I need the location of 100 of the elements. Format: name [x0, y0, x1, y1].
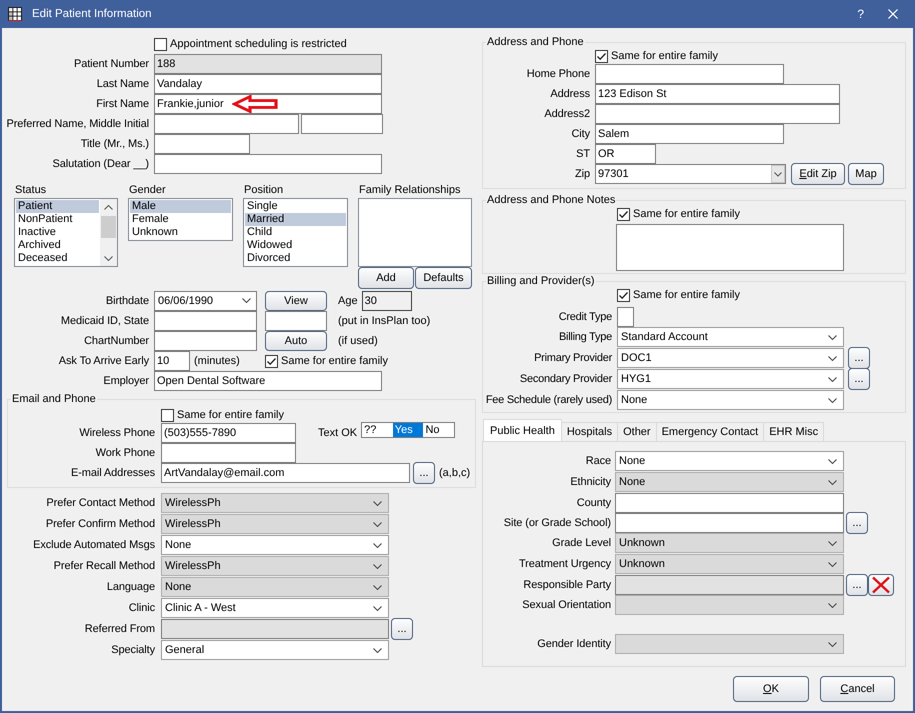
chevron-down-icon[interactable]	[104, 256, 113, 261]
list-box[interactable]	[358, 198, 472, 267]
input-field[interactable]: (503)555-7890	[161, 423, 296, 443]
input-field[interactable]	[154, 311, 257, 331]
input-field[interactable]	[265, 311, 327, 331]
input-field[interactable]	[154, 114, 299, 134]
option-list[interactable]: ?? Yes No	[361, 422, 456, 438]
input-field[interactable]: Vandalay	[154, 74, 382, 94]
dropdown[interactable]: None	[617, 390, 844, 410]
field-label: Race	[586, 455, 611, 467]
checkbox[interactable]	[617, 288, 630, 302]
list-item[interactable]: Child	[245, 226, 346, 239]
list-title: Position	[243, 184, 284, 197]
input-field[interactable]	[615, 513, 844, 533]
dropdown[interactable]: Standard Account	[617, 327, 844, 347]
push-button[interactable]: Map	[848, 163, 884, 185]
input-field[interactable]: Open Dental Software	[154, 371, 382, 391]
date-field[interactable]: 06/06/1990	[154, 290, 257, 310]
checkbox[interactable]	[595, 50, 608, 62]
dropdown[interactable]: Unknown	[615, 554, 844, 574]
push-button[interactable]: Auto	[265, 331, 327, 351]
list-box[interactable]: Patient NonPatient Inactive Archived Deceased	[14, 198, 118, 267]
option-item[interactable]: ??	[362, 423, 393, 437]
input-field[interactable]: ArtVandalay@email.com	[161, 463, 410, 483]
list-item[interactable]: Female	[130, 213, 231, 226]
push-button[interactable]: Cancel	[820, 676, 895, 702]
field-label: Address2	[544, 108, 590, 120]
dropdown[interactable]: Clinic A - West	[161, 598, 389, 618]
dropdown[interactable]: WirelessPh	[161, 493, 389, 513]
checkbox[interactable]	[617, 208, 630, 220]
chevron-down-icon[interactable]	[242, 298, 251, 303]
scrollbar[interactable]	[100, 199, 117, 266]
input-field[interactable]	[154, 154, 382, 174]
input-field[interactable]	[615, 493, 844, 513]
close-icon[interactable]	[888, 9, 898, 19]
dropdown[interactable]: None	[161, 535, 389, 555]
checkbox[interactable]	[265, 354, 278, 368]
push-button[interactable]: Add	[358, 267, 414, 289]
push-button[interactable]: OK	[733, 676, 809, 702]
input-field[interactable]	[595, 104, 840, 124]
ellipsis-button[interactable]: ...	[846, 574, 868, 596]
push-button[interactable]: View	[265, 290, 327, 310]
text-area[interactable]	[616, 224, 844, 271]
input-field[interactable]	[154, 134, 250, 154]
chevron-up-icon[interactable]	[104, 205, 113, 210]
ellipsis-button[interactable]: ...	[846, 512, 868, 534]
list-item[interactable]: Widowed	[245, 239, 346, 252]
ellipsis-button[interactable]: ...	[391, 618, 413, 640]
field-label: Gender Identity	[537, 638, 611, 650]
dropdown[interactable]: None	[615, 451, 844, 471]
input-field[interactable]	[301, 114, 383, 134]
input-field[interactable]	[615, 575, 844, 595]
dropdown[interactable]: None	[615, 472, 844, 492]
chevron-down-icon	[373, 564, 382, 568]
option-item[interactable]: Yes	[392, 423, 424, 437]
ellipsis-button[interactable]: ...	[848, 347, 870, 369]
ellipsis-button[interactable]: ...	[848, 368, 870, 390]
dropdown[interactable]: HYG1	[617, 369, 844, 389]
input-field[interactable]: 10	[154, 351, 190, 371]
list-item[interactable]: Married	[245, 213, 346, 226]
input-field[interactable]	[161, 619, 389, 639]
list-item[interactable]: Deceased	[16, 252, 99, 265]
checkbox[interactable]	[161, 408, 174, 422]
dropdown[interactable]: General	[161, 640, 389, 660]
ellipsis-button[interactable]: ...	[413, 462, 435, 484]
input-field[interactable]	[617, 307, 634, 327]
dropdown[interactable]: WirelessPh	[161, 556, 389, 576]
dropdown[interactable]: Unknown	[615, 533, 844, 553]
list-item[interactable]: Divorced	[245, 252, 346, 265]
input-field[interactable]: 188	[154, 54, 382, 74]
dropdown[interactable]: 97301	[595, 164, 786, 184]
input-field[interactable]: Salem	[595, 124, 784, 144]
input-field[interactable]	[595, 64, 784, 84]
list-item[interactable]: Unknown	[130, 226, 231, 239]
input-field[interactable]: 123 Edison St	[595, 84, 840, 104]
tab[interactable]: Public Health	[483, 419, 562, 441]
dropdown[interactable]: DOC1	[617, 348, 844, 368]
dropdown[interactable]: WirelessPh	[161, 514, 389, 534]
help-button[interactable]: ?	[857, 7, 864, 21]
push-button[interactable]: Edit Zip	[791, 163, 845, 185]
list-item[interactable]: Inactive	[16, 226, 99, 239]
input-field[interactable]: Frankie,junior	[154, 94, 382, 114]
list-box[interactable]: Male Female Unknown	[128, 198, 233, 241]
list-item[interactable]: NonPatient	[16, 213, 99, 226]
scroll-thumb[interactable]	[101, 216, 116, 238]
list-box[interactable]: Single Married Child Widowed Divorced	[243, 198, 348, 267]
option-item[interactable]: No	[423, 423, 454, 437]
input-field[interactable]	[161, 443, 296, 463]
list-item[interactable]: Male	[130, 200, 231, 213]
dropdown[interactable]: None	[161, 577, 389, 597]
input-field[interactable]	[154, 331, 257, 351]
checkbox[interactable]	[154, 38, 167, 50]
list-item[interactable]: Patient	[16, 200, 99, 213]
tab[interactable]: EHR Misc	[763, 422, 824, 441]
list-item[interactable]: Single	[245, 200, 346, 213]
push-button[interactable]: Defaults	[415, 267, 472, 289]
window-title: Edit Patient Information	[32, 8, 152, 20]
input-field[interactable]: OR	[595, 144, 656, 164]
delete-button[interactable]	[868, 574, 894, 596]
list-item[interactable]: Archived	[16, 239, 99, 252]
